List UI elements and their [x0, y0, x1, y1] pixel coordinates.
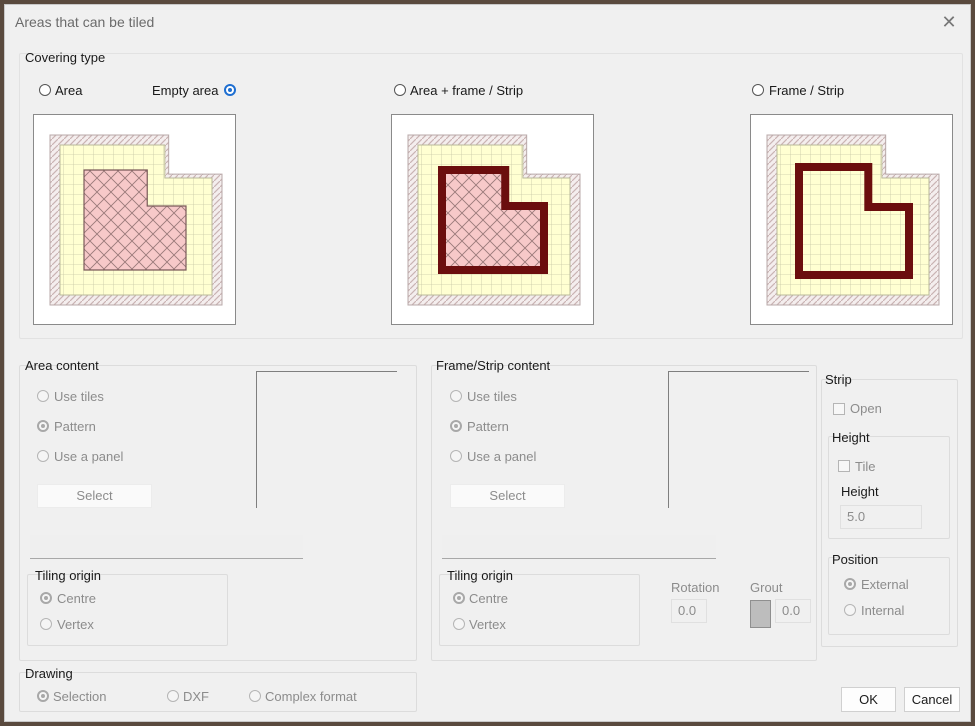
strip-internal-label: Internal [861, 603, 905, 618]
grout-label: Grout [750, 580, 783, 595]
area-content-label: Area content [25, 358, 99, 373]
drawing-dxf-radio[interactable] [167, 690, 179, 702]
drawing-selection-label: Selection [53, 689, 107, 704]
grout-input[interactable]: 0.0 [775, 599, 811, 623]
area-use-panel-radio[interactable] [37, 450, 49, 462]
frame-centre-radio[interactable] [453, 592, 465, 604]
drawing-dxf-label: DXF [183, 689, 209, 704]
frame-use-panel-label: Use a panel [467, 449, 537, 464]
strip-height-input[interactable]: 5.0 [840, 505, 922, 529]
preview-frame-strip[interactable] [750, 114, 953, 325]
area-centre-radio[interactable] [40, 592, 52, 604]
drawing-complex-format-label: Complex format [265, 689, 357, 704]
grout-color-swatch[interactable] [750, 600, 771, 628]
dialog: Areas that can be tiled ✕ Covering type … [4, 4, 971, 722]
area-tiling-origin-label: Tiling origin [35, 568, 101, 583]
strip-open-label: Open [850, 401, 882, 416]
area-tiling-origin-group [27, 574, 228, 646]
radio-empty-area-label: Empty area [152, 83, 219, 98]
drawing-label: Drawing [25, 666, 73, 681]
dialog-title: Areas that can be tiled [15, 14, 155, 30]
strip-height-group-label: Height [832, 430, 870, 445]
rotation-input[interactable]: 0.0 [671, 599, 707, 623]
frame-content-label: Frame/Strip content [436, 358, 551, 373]
frame-pattern-name [442, 535, 716, 559]
frame-pattern-radio[interactable] [450, 420, 462, 432]
area-use-tiles-label: Use tiles [54, 389, 104, 404]
radio-area-frame[interactable] [394, 84, 406, 96]
preview-area[interactable] [33, 114, 236, 325]
strip-external-radio[interactable] [844, 578, 856, 590]
drawing-selection-radio[interactable] [37, 690, 49, 702]
drawing-complex-format-radio[interactable] [249, 690, 261, 702]
preview-area-frame[interactable] [391, 114, 594, 325]
cancel-button[interactable]: Cancel [904, 687, 960, 712]
frame-tiling-origin-label: Tiling origin [447, 568, 513, 583]
area-centre-label: Centre [57, 591, 97, 606]
strip-height-label: Height [841, 484, 879, 499]
radio-area-label: Area [55, 83, 83, 98]
area-select-button[interactable]: Select [37, 484, 152, 508]
strip-external-label: External [861, 577, 909, 592]
frame-pattern-label: Pattern [467, 419, 509, 434]
area-vertex-label: Vertex [57, 617, 94, 632]
area-pattern-name [30, 535, 303, 559]
frame-vertex-label: Vertex [469, 617, 506, 632]
strip-open-checkbox[interactable] [833, 403, 845, 415]
frame-use-tiles-label: Use tiles [467, 389, 517, 404]
close-icon[interactable]: ✕ [938, 11, 960, 33]
frame-centre-label: Centre [469, 591, 509, 606]
radio-area[interactable] [39, 84, 51, 96]
area-pattern-preview [256, 371, 397, 508]
radio-frame-strip-label: Frame / Strip [769, 83, 845, 98]
frame-tiling-origin-group [439, 574, 640, 646]
area-use-panel-label: Use a panel [54, 449, 124, 464]
title-bar: Areas that can be tiled ✕ [5, 5, 970, 41]
strip-tile-label: Tile [855, 459, 876, 474]
area-pattern-radio[interactable] [37, 420, 49, 432]
frame-select-button[interactable]: Select [450, 484, 565, 508]
frame-use-panel-radio[interactable] [450, 450, 462, 462]
strip-label: Strip [825, 372, 852, 387]
covering-type-label: Covering type [25, 50, 106, 65]
area-pattern-label: Pattern [54, 419, 96, 434]
radio-empty-area[interactable] [224, 84, 236, 96]
frame-use-tiles-radio[interactable] [450, 390, 462, 402]
area-vertex-radio[interactable] [40, 618, 52, 630]
radio-frame-strip[interactable] [752, 84, 764, 96]
frame-pattern-preview [668, 371, 809, 508]
ok-button[interactable]: OK [841, 687, 896, 712]
strip-tile-checkbox[interactable] [838, 460, 850, 472]
rotation-label: Rotation [671, 580, 720, 595]
strip-position-group [828, 557, 950, 635]
area-use-tiles-radio[interactable] [37, 390, 49, 402]
strip-position-label: Position [832, 552, 879, 567]
frame-vertex-radio[interactable] [453, 618, 465, 630]
radio-area-frame-label: Area + frame / Strip [410, 83, 524, 98]
strip-internal-radio[interactable] [844, 604, 856, 616]
